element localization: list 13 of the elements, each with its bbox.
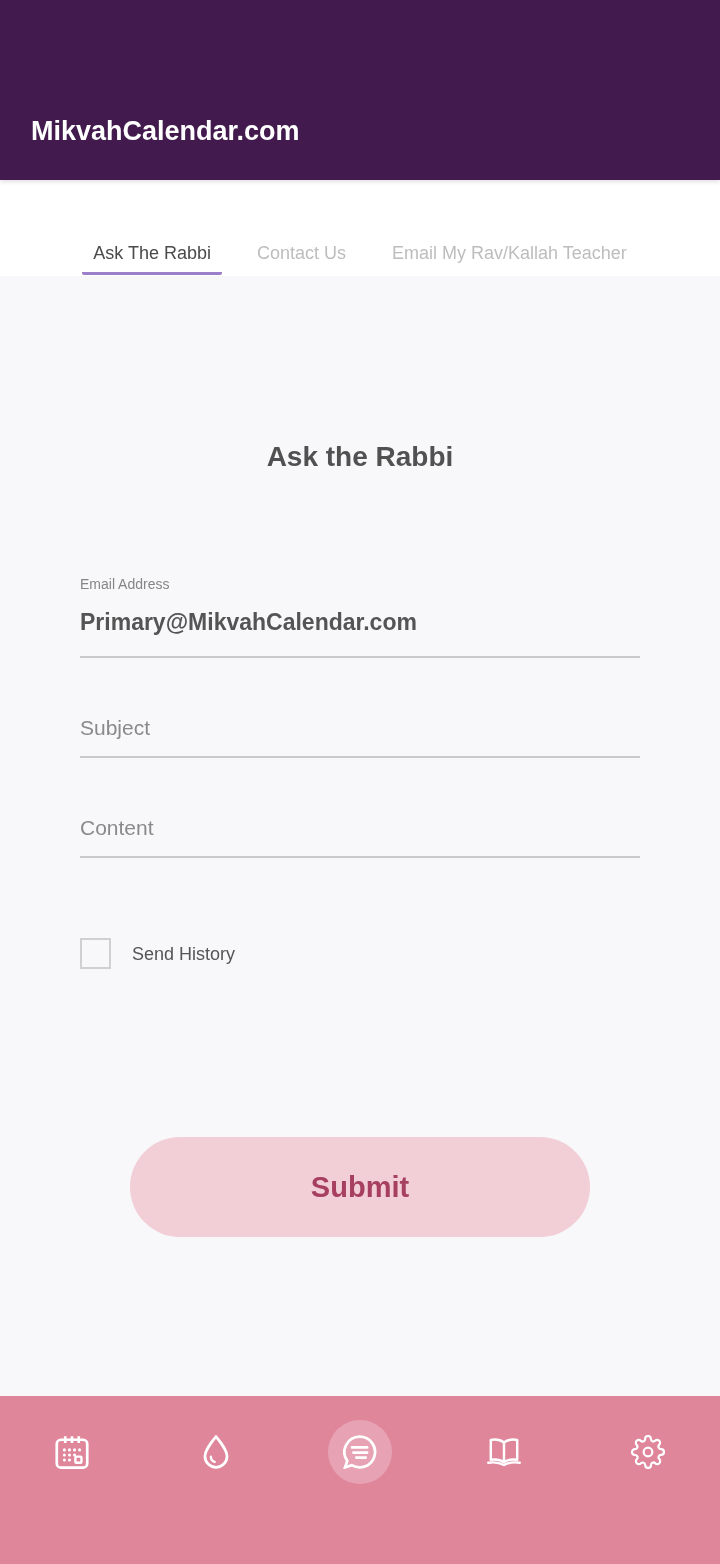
chat-icon: [343, 1435, 377, 1469]
submit-button[interactable]: Submit: [130, 1137, 590, 1237]
input-field[interactable]: Primary@MikvahCalendar.com: [80, 608, 640, 658]
app-title: MikvahCalendar.com: [31, 115, 300, 148]
input-field[interactable]: Content: [80, 814, 640, 858]
form-heading: Ask the Rabbi: [266, 440, 454, 474]
checkbox-label[interactable]: Send History: [132, 942, 236, 965]
settings-icon: [631, 1435, 665, 1469]
book-icon: [487, 1435, 521, 1469]
checkbox[interactable]: [80, 938, 111, 969]
input-field[interactable]: Subject: [80, 714, 640, 758]
field-label: Email Address: [80, 576, 170, 593]
calendar-icon: [55, 1435, 89, 1469]
